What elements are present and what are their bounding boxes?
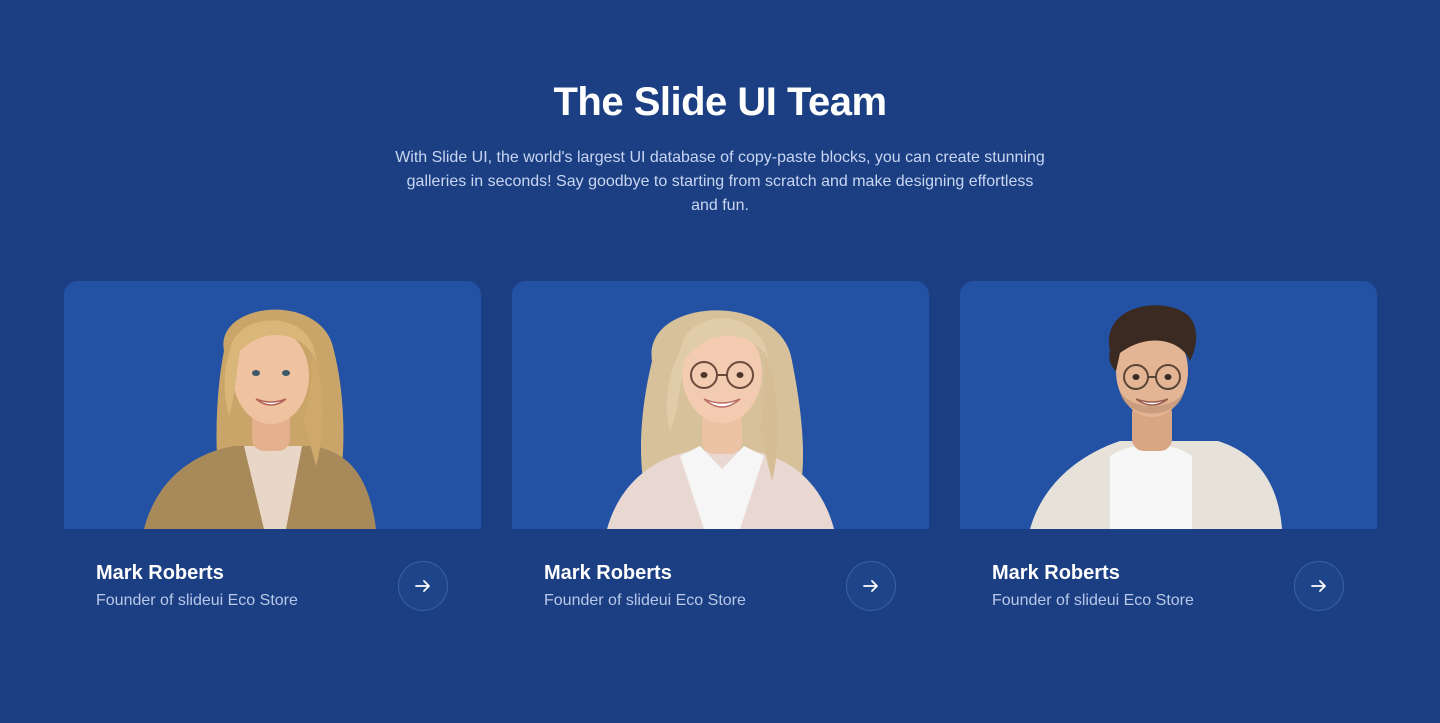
section-title: The Slide UI Team bbox=[553, 80, 887, 124]
team-card: Mark Roberts Founder of slideui Eco Stor… bbox=[64, 281, 481, 627]
team-section: The Slide UI Team With Slide UI, the wor… bbox=[0, 0, 1440, 723]
view-profile-button[interactable] bbox=[398, 561, 448, 611]
team-member-name: Mark Roberts bbox=[96, 562, 224, 584]
team-member-photo bbox=[960, 281, 1377, 529]
portrait-woman-glasses bbox=[607, 310, 834, 529]
team-card: Mark Roberts Founder of slideui Eco Stor… bbox=[512, 281, 929, 627]
team-member-photo bbox=[64, 281, 481, 529]
section-description: With Slide UI, the world's largest UI da… bbox=[395, 149, 1045, 214]
team-member-role: Founder of slideui Eco Store bbox=[992, 592, 1194, 609]
view-profile-button[interactable] bbox=[1294, 561, 1344, 611]
portrait-woman-blonde bbox=[144, 309, 376, 529]
portrait-man-glasses bbox=[1030, 305, 1282, 529]
team-member-name: Mark Roberts bbox=[992, 562, 1120, 584]
team-member-name: Mark Roberts bbox=[544, 562, 672, 584]
team-member-role: Founder of slideui Eco Store bbox=[544, 592, 746, 609]
arrow-right-icon bbox=[415, 580, 430, 592]
arrow-right-icon bbox=[863, 580, 878, 592]
team-card: Mark Roberts Founder of slideui Eco Stor… bbox=[960, 281, 1377, 627]
team-member-photo bbox=[512, 281, 929, 529]
view-profile-button[interactable] bbox=[846, 561, 896, 611]
team-member-role: Founder of slideui Eco Store bbox=[96, 592, 298, 609]
arrow-right-icon bbox=[1311, 580, 1326, 592]
